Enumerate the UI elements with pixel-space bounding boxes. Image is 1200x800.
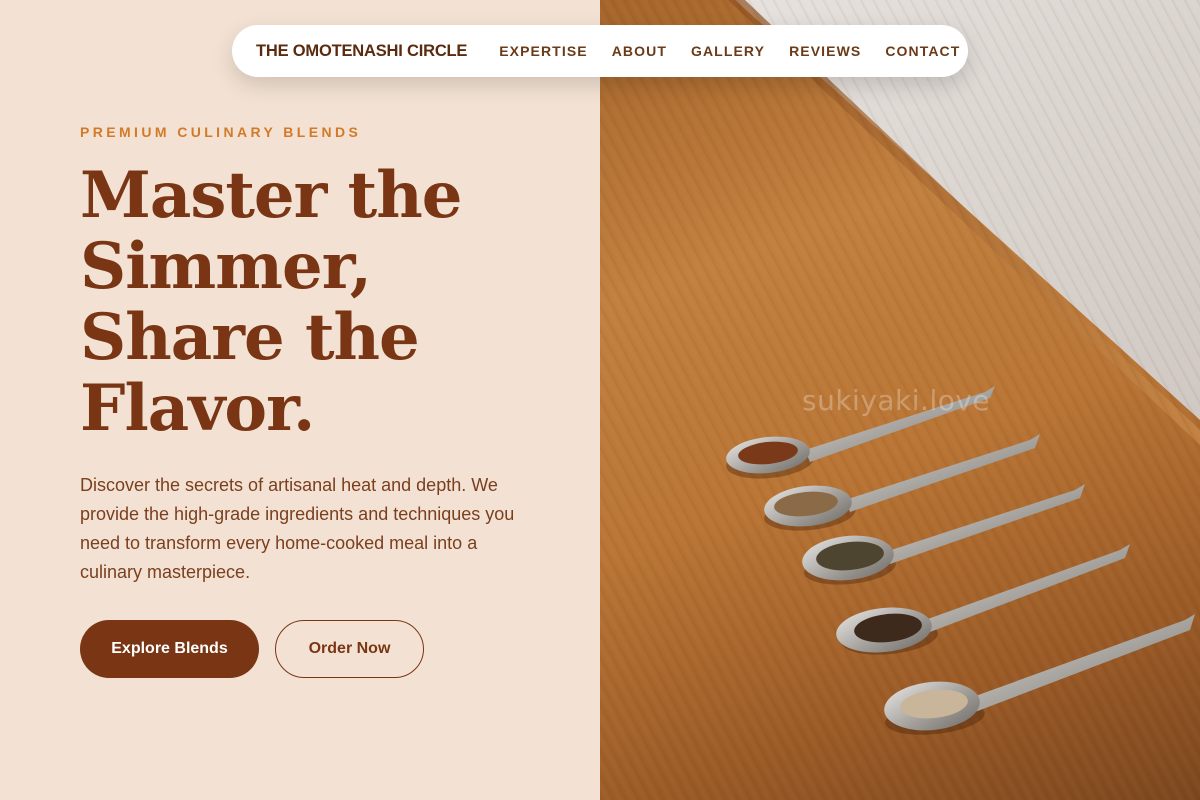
order-now-button[interactable]: Order Now	[275, 620, 424, 678]
nav-link-gallery[interactable]: GALLERY	[691, 43, 765, 59]
watermark-text: sukiyaki.love	[802, 384, 991, 417]
explore-blends-button[interactable]: Explore Blends	[80, 620, 259, 678]
headline-line-3: Share the	[80, 300, 420, 375]
nav-link-expertise[interactable]: EXPERTISE	[499, 43, 587, 59]
headline-line-2: Simmer,	[80, 229, 372, 304]
nav-link-reviews[interactable]: REVIEWS	[789, 43, 861, 59]
nav-link-contact[interactable]: CONTACT	[885, 43, 960, 59]
brand-logo-text[interactable]: THE OMOTENASHI CIRCLE	[256, 42, 467, 61]
headline-line-4: Flavor.	[80, 371, 315, 446]
hero-image: sukiyaki.love	[600, 0, 1200, 800]
hero-headline: Master the Simmer, Share the Flavor.	[80, 160, 520, 444]
top-navigation: THE OMOTENASHI CIRCLE EXPERTISE ABOUT GA…	[232, 25, 968, 77]
hero-kicker: PREMIUM CULINARY BLENDS	[80, 124, 362, 140]
hero-description: Discover the secrets of artisanal heat a…	[80, 475, 515, 582]
nav-links: EXPERTISE ABOUT GALLERY REVIEWS CONTACT	[499, 43, 960, 59]
nav-link-about[interactable]: ABOUT	[612, 43, 667, 59]
headline-line-1: Master the	[80, 158, 462, 233]
